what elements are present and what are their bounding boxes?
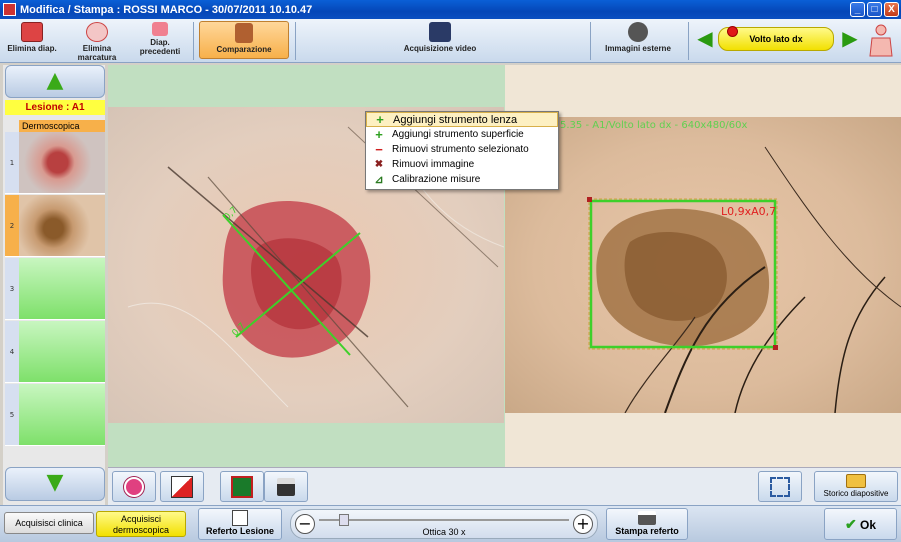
external-images-button[interactable]: Immagini esterne: [596, 21, 680, 59]
folder-icon: [846, 474, 866, 488]
empty-thumbnail-slot[interactable]: [19, 321, 105, 383]
arrow-down-icon: ▼: [46, 470, 64, 495]
comparison-button[interactable]: Comparazione: [199, 21, 289, 59]
thumbnail-panel: ▲ Lesione : A1 Dermoscopica 1 2 3 4 5: [3, 65, 105, 505]
thumbnail-row[interactable]: 5: [5, 384, 105, 446]
slides-icon: [152, 22, 168, 36]
save-button[interactable]: [264, 471, 308, 502]
bottom-bar: Acquisisci clinica Acquisisci dermoscopi…: [0, 505, 901, 542]
floppy-disk-icon: [277, 478, 295, 496]
dermoscopic-column-header: Dermoscopica: [19, 120, 105, 132]
thumbnail-row[interactable]: 4: [5, 321, 105, 383]
lesion-image-svg: [587, 146, 901, 413]
region-marker-icon: [727, 26, 738, 37]
app-icon: [3, 3, 16, 16]
right-image-viewer[interactable]: 5.35 - A1/Volto lato dx - 640x480/60x L0…: [505, 65, 901, 467]
arrow-up-icon: ▲: [46, 68, 64, 93]
main-toolbar: Elimina diap. Elimina marcatura Diap. pr…: [0, 19, 901, 63]
optics-label: Ottica 30 x: [422, 527, 466, 537]
next-region-arrow-icon[interactable]: ▶: [839, 28, 861, 49]
optics-zoom-slider[interactable]: − + Ottica 30 x: [290, 509, 598, 539]
menu-item-add-lens-tool[interactable]: + Aggiungi strumento lenza: [366, 112, 558, 127]
thumbnail-row[interactable]: 2: [5, 195, 105, 257]
ok-button[interactable]: ✔ Ok: [824, 508, 897, 540]
menu-item-add-surface-tool[interactable]: + Aggiungi strumento superficie: [366, 127, 558, 142]
plus-icon: +: [375, 127, 383, 142]
row-number: 4: [5, 321, 19, 383]
acquire-clinical-button[interactable]: Acquisisci clinica: [4, 512, 94, 534]
image-caption: 5.35 - A1/Volto lato dx - 640x480/60x: [560, 120, 748, 131]
thumbnail-row[interactable]: 3: [5, 258, 105, 320]
lesion-report-button[interactable]: Referto Lesione: [198, 508, 282, 540]
video-acquisition-button[interactable]: Acquisizione video: [395, 21, 485, 59]
row-number: 5: [5, 384, 19, 446]
video-probe-icon: [429, 22, 451, 42]
body-region-selector[interactable]: Volto lato dx: [718, 26, 834, 51]
pink-delete-icon: [124, 477, 144, 497]
previous-slides-button[interactable]: Diap. precedenti: [131, 21, 189, 59]
minus-icon: −: [375, 142, 383, 157]
checkmark-icon: ✔: [844, 516, 857, 532]
report-icon: [232, 510, 248, 526]
title-bar: Modifica / Stampa : ROSSI MARCO - 30/07/…: [0, 0, 901, 19]
menu-item-calibrate-measures[interactable]: ⊿ Calibrazione misure: [366, 172, 558, 187]
scroll-down-button[interactable]: ▼: [5, 467, 105, 501]
fit-screen-button[interactable]: [758, 471, 802, 502]
thumbnail-image[interactable]: [19, 132, 105, 194]
camera-icon: [628, 22, 648, 42]
slider-handle[interactable]: [339, 514, 349, 526]
empty-thumbnail-slot[interactable]: [19, 258, 105, 320]
previous-region-arrow-icon[interactable]: ◀: [694, 28, 716, 49]
cross-icon: ✖: [374, 159, 384, 170]
viewer-toolbar: Storico diapositive: [108, 467, 901, 505]
body-map-icon[interactable]: [866, 24, 896, 58]
plus-icon: +: [376, 112, 384, 127]
delete-marking-icon: [86, 22, 108, 42]
context-menu: + Aggiungi strumento lenza + Aggiungi st…: [365, 111, 559, 190]
close-button[interactable]: X: [884, 2, 899, 17]
dermoscopy-image-brown-lesion[interactable]: 5.35 - A1/Volto lato dx - 640x480/60x L0…: [505, 117, 901, 413]
minimize-button[interactable]: _: [850, 2, 865, 17]
window-title: Modifica / Stampa : ROSSI MARCO - 30/07/…: [20, 3, 313, 16]
row-number: 2: [5, 195, 19, 257]
printer-icon: [638, 511, 656, 525]
grid-layout-icon: [171, 476, 193, 498]
menu-item-remove-image[interactable]: ✖ Rimuovi immagine: [366, 157, 558, 172]
maximize-button[interactable]: □: [867, 2, 882, 17]
toggle-overlay-button[interactable]: [220, 471, 264, 502]
menu-item-remove-selected-tool[interactable]: − Rimuovi strumento selezionato: [366, 142, 558, 157]
thumbnail-row[interactable]: 1: [5, 132, 105, 194]
fit-screen-icon: [770, 477, 790, 497]
delete-slide-icon: [21, 22, 43, 42]
calibration-icon: ⊿: [374, 174, 384, 186]
measurement-label: L0,9xA0,7: [721, 205, 777, 218]
overlay-icon: [231, 476, 253, 498]
empty-thumbnail-slot[interactable]: [19, 384, 105, 446]
row-number: 3: [5, 258, 19, 320]
row-number: 1: [5, 132, 19, 194]
comparison-icon: [235, 23, 253, 43]
print-report-button[interactable]: Stampa referto: [606, 508, 688, 540]
delete-slide-button[interactable]: Elimina diap.: [4, 21, 60, 59]
delete-marking-button[interactable]: Elimina marcatura: [64, 21, 130, 62]
acquire-dermoscopic-button[interactable]: Acquisisci dermoscopica: [96, 511, 186, 537]
remove-image-button[interactable]: [112, 471, 156, 502]
slide-history-button[interactable]: Storico diapositive: [814, 471, 898, 502]
grid-layout-button[interactable]: [160, 471, 204, 502]
thumbnail-image-selected[interactable]: [19, 195, 105, 257]
lesion-label: Lesione : A1: [5, 100, 105, 115]
scroll-up-button[interactable]: ▲: [5, 65, 105, 98]
